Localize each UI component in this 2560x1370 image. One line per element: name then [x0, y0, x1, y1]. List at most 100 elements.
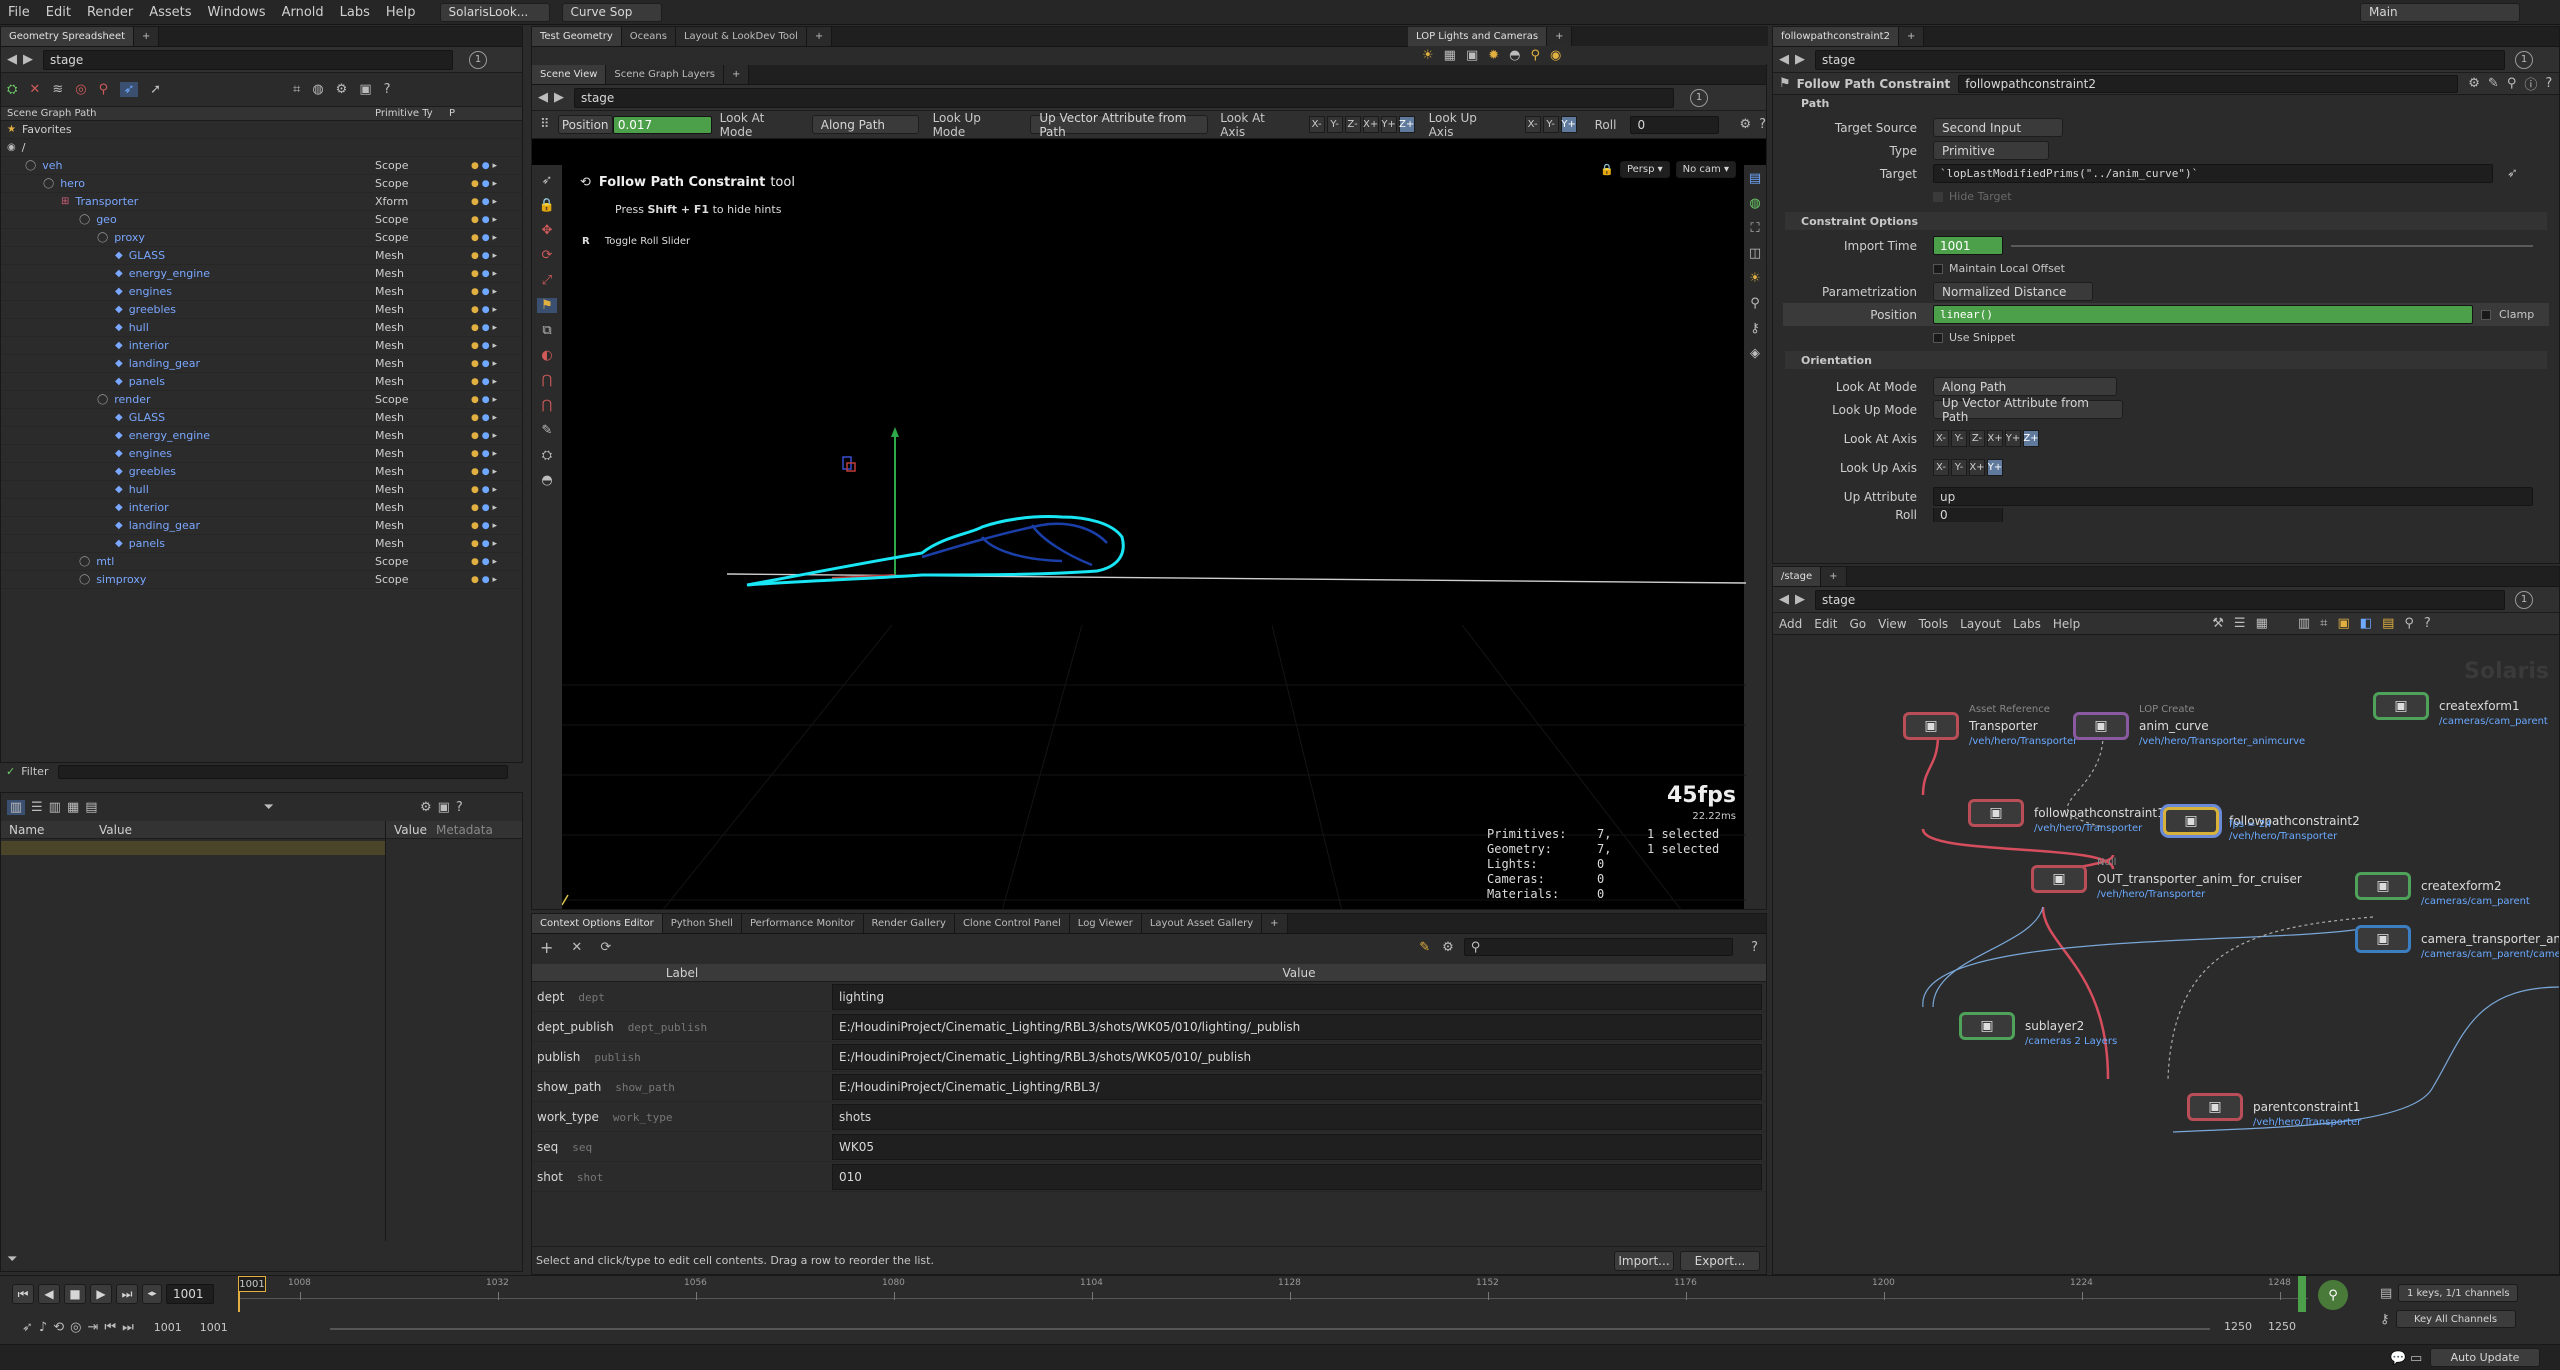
tab-layout-lookdev[interactable]: Layout & LookDev Tool [675, 27, 807, 46]
desktop-dropdown[interactable]: SolarisLook... [439, 2, 550, 22]
node-parentconstraint1[interactable]: ▣ parentconstraint1/veh/hero/Transporter [2187, 1093, 2361, 1128]
tree-row[interactable]: ◆ panels Mesh ● ● ▸ [1, 535, 522, 553]
tree-row[interactable]: ◆ engines Mesh ● ● ▸ [1, 283, 522, 301]
dopesheet-icon[interactable]: ▤ [2380, 1286, 2392, 1301]
current-frame-marker[interactable]: 1001 [238, 1276, 266, 1292]
first-frame-icon[interactable]: ⏮ [12, 1284, 34, 1304]
range-end-value[interactable]: 1250 [2224, 1320, 2252, 1333]
add-tab-button[interactable]: + [724, 65, 750, 84]
visibility-toggle-icon[interactable]: ● ● ▸ [471, 215, 497, 225]
menu-arnold[interactable]: Arnold [274, 5, 332, 20]
visibility-toggle-icon[interactable]: ● ● ▸ [471, 197, 497, 207]
context-row-label-cell[interactable]: dept dept [532, 990, 832, 1004]
pencil-icon[interactable]: ✎ [2488, 76, 2499, 91]
help-icon[interactable]: ? [2545, 76, 2552, 91]
look-at-axis-y-pos[interactable]: Y+ [1380, 116, 1397, 133]
use-snippet-checkbox[interactable] [1933, 332, 1943, 343]
context-row-value[interactable]: E:/HoudiniProject/Cinematic_Lighting/RBL… [832, 1043, 1762, 1070]
search-icon[interactable]: ⚲ [2507, 76, 2517, 91]
tree-row[interactable]: ◯ veh Scope ● ● ▸ [1, 157, 522, 175]
columns-icon[interactable]: ▥ [49, 800, 61, 815]
tree-row[interactable]: ◯ proxy Scope ● ● ▸ [1, 229, 522, 247]
node-sublayer2[interactable]: ▣ sublayer2/cameras 2 Layers [1959, 1012, 2117, 1047]
table-icon[interactable]: ▤ [85, 800, 97, 815]
target-source-dropdown[interactable]: Second Input [1933, 118, 2063, 137]
scale-tool-icon[interactable]: ⤢ [542, 273, 552, 288]
context-row[interactable]: show_path show_path E:/HoudiniProject/Cine… [532, 1072, 1766, 1102]
tree-row[interactable]: ◆ energy_engine Mesh ● ● ▸ [1, 265, 522, 283]
select-icon[interactable]: ➶ [120, 82, 139, 97]
pose-icon[interactable]: ⛭ [542, 448, 552, 463]
node-followpathconstraint2[interactable]: ▣ followpathconstraint2/veh/hero/Transpor… [2163, 807, 2360, 842]
menu-render[interactable]: Render [79, 5, 141, 20]
key-small-icon[interactable]: ⚷ [2380, 1312, 2390, 1327]
refresh-icon[interactable]: ⟳ [600, 940, 611, 955]
param-look-up-x-pos[interactable]: X+ [1969, 459, 1985, 476]
menu-assets[interactable]: Assets [141, 5, 199, 20]
spot-icon[interactable]: ✹ [1488, 48, 1499, 63]
tab-scene-graph-layers[interactable]: Scene Graph Layers [606, 65, 725, 84]
context-row-value[interactable]: E:/HoudiniProject/Cinematic_Lighting/RBL… [832, 1013, 1762, 1040]
camera-icon[interactable]: ▣ [438, 800, 450, 815]
context-row[interactable]: work_type work_type shots [532, 1102, 1766, 1132]
visibility-toggle-icon[interactable]: ● ● ▸ [471, 449, 497, 459]
position-field[interactable]: 0.017 [612, 115, 712, 134]
forward-arrow-icon[interactable]: ▶ [1795, 52, 1805, 67]
viewport-canvas[interactable] [562, 165, 1746, 910]
constraint-tool-icon[interactable]: ⚑ [537, 298, 557, 313]
play-icon[interactable]: ▶ [90, 1284, 112, 1304]
visibility-toggle-icon[interactable]: ● ● ▸ [471, 251, 497, 261]
tab-oceans[interactable]: Oceans [621, 27, 676, 46]
target-field[interactable]: `lopLastModifiedPrims("../anim_curve")` [1933, 164, 2493, 183]
funnel-small-icon[interactable]: ⏷ [7, 1252, 17, 1267]
pencil-icon[interactable]: ✎ [1419, 940, 1430, 955]
sop-dropdown[interactable]: Curve Sop [561, 2, 662, 22]
snap-icon[interactable]: ⋂ [542, 398, 553, 413]
bulb-shelf-icon[interactable]: ⚲ [1531, 48, 1541, 63]
add-tab-button[interactable]: + [1262, 914, 1288, 933]
tree-row[interactable]: ◆ interior Mesh ● ● ▸ [1, 499, 522, 517]
handle-icon[interactable]: ✎ [542, 423, 553, 438]
up-attribute-field[interactable]: up [1933, 487, 2533, 506]
help-icon[interactable]: ? [1759, 117, 1766, 132]
visibility-toggle-icon[interactable]: ● ● ▸ [471, 179, 497, 189]
target-icon[interactable]: ◎ [75, 82, 86, 97]
look-up-mode-dropdown[interactable]: Up Vector Attribute from Path [1030, 111, 1209, 139]
menu-labs[interactable]: Labs [332, 5, 378, 20]
tree-row[interactable]: ★ Favorites [1, 121, 522, 139]
visibility-toggle-icon[interactable]: ● ● ▸ [471, 269, 497, 279]
context-row[interactable]: dept dept lighting [532, 982, 1766, 1012]
scene-icon[interactable]: ⛭ [7, 82, 17, 97]
help-icon[interactable]: ? [384, 82, 391, 97]
gear-icon[interactable]: ⚙ [420, 800, 432, 815]
scope-badge[interactable]: 1 [2515, 50, 2533, 69]
add-tab-button[interactable]: + [1547, 27, 1573, 46]
tab-performance-monitor[interactable]: Performance Monitor [741, 914, 864, 933]
wire-icon[interactable]: ◫ [1749, 246, 1761, 261]
lock-icon[interactable]: 🔒 [539, 198, 555, 213]
viewport-path-field[interactable]: stage [574, 87, 1674, 108]
param-look-at-z-pos[interactable]: Z+ [2023, 430, 2039, 447]
visibility-toggle-icon[interactable]: ● ● ▸ [471, 467, 497, 477]
tab-layout-asset-gallery[interactable]: Layout Asset Gallery [1141, 914, 1263, 933]
message-icon[interactable]: 💬 [2390, 1351, 2406, 1366]
camera-shelf-icon[interactable]: ▣ [1466, 48, 1478, 63]
tree-row[interactable]: ◆ GLASS Mesh ● ● ▸ [1, 409, 522, 427]
tree-row[interactable]: ◯ mtl Scope ● ● ▸ [1, 553, 522, 571]
range-start[interactable]: 1001 [154, 1321, 182, 1334]
visibility-toggle-icon[interactable]: ● ● ▸ [471, 377, 497, 387]
node-camera_transporter[interactable]: ▣ camera_transporter_anim_fo/cameras/cam_… [2355, 925, 2559, 960]
tab-test-geometry[interactable]: Test Geometry [532, 27, 622, 46]
play-reverse-icon[interactable]: ◀ [38, 1284, 60, 1304]
visibility-toggle-icon[interactable]: ● ● ▸ [471, 395, 497, 405]
back-arrow-icon[interactable]: ◀ [1779, 52, 1789, 67]
tab-params-node[interactable]: followpathconstraint2 [1773, 27, 1899, 46]
visibility-toggle-icon[interactable]: ● ● ▸ [471, 521, 497, 531]
gear-icon[interactable]: ⚙ [1739, 117, 1751, 132]
import-time-slider[interactable] [2011, 244, 2533, 247]
node-box[interactable]: ▣ [2355, 872, 2411, 900]
timeline-ruler[interactable]: 1008 1032 1056 1080 1104 1128 1152 1176 1200 1224… [238, 1276, 2308, 1312]
tree-row[interactable]: ⊞ Transporter Xform ● ● ▸ [1, 193, 522, 211]
node-name-field[interactable]: followpathconstraint2 [1958, 74, 2459, 93]
search-icon[interactable]: ⚲ [99, 82, 109, 97]
